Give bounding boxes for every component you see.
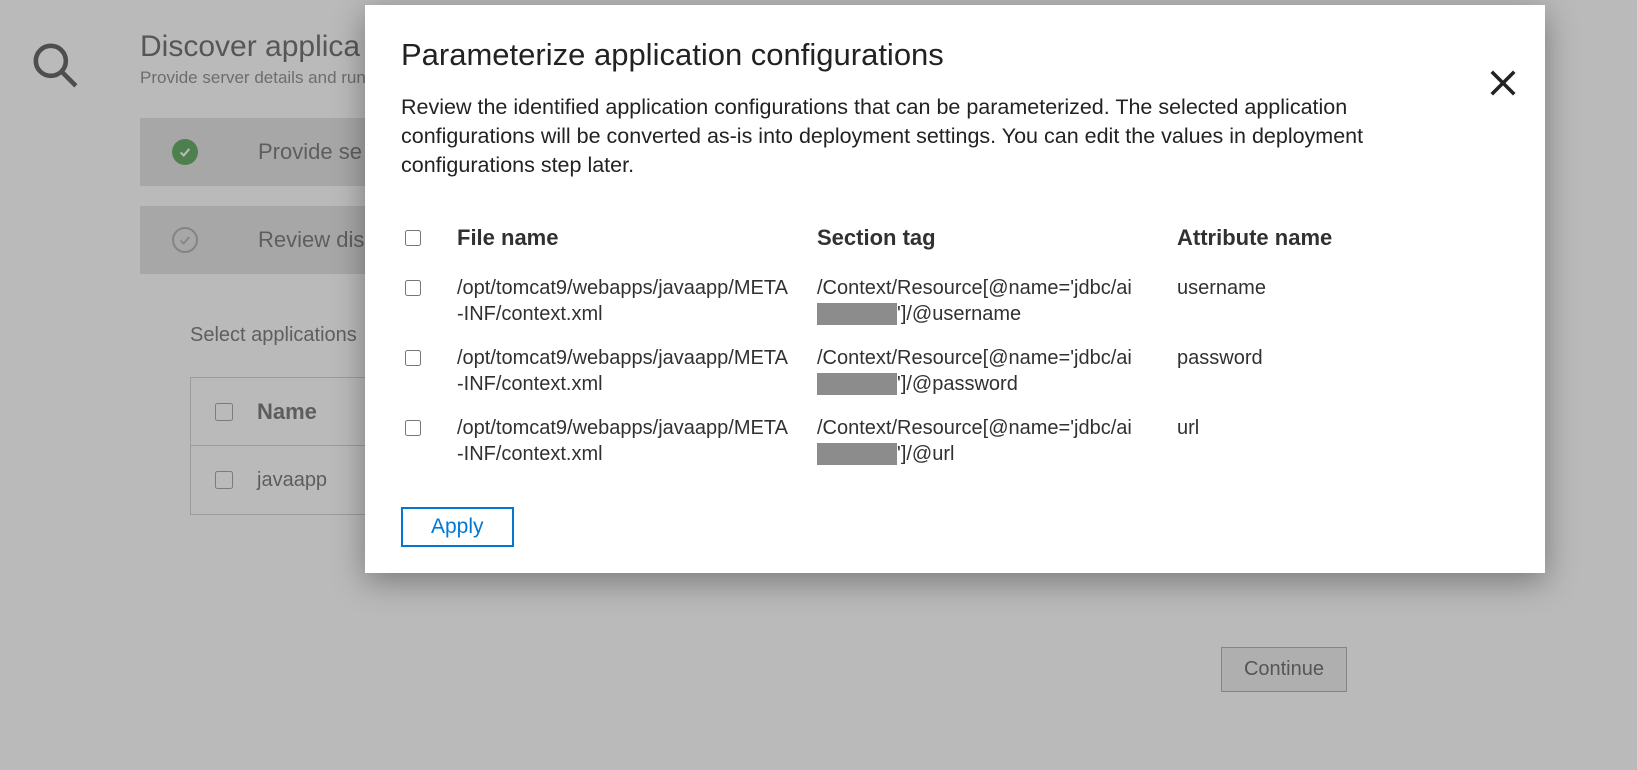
param-select-all-checkbox[interactable] (405, 230, 421, 246)
redacted-text (817, 373, 897, 395)
parameterize-modal: Parameterize application configurations … (365, 5, 1545, 573)
header-attr: Attribute name (1177, 224, 1509, 253)
param-row-checkbox[interactable] (405, 350, 421, 366)
header-file: File name (457, 224, 817, 253)
param-table: File name Section tag Attribute name /op… (401, 224, 1509, 467)
param-row-section: /Context/Resource[@name='jdbc/ai']/@pass… (817, 345, 1177, 397)
param-row: /opt/tomcat9/webapps/javaapp/META-INF/co… (401, 415, 1509, 467)
param-row-file: /opt/tomcat9/webapps/javaapp/META-INF/co… (457, 415, 817, 467)
modal-title: Parameterize application configurations (401, 37, 1509, 73)
param-row: /opt/tomcat9/webapps/javaapp/META-INF/co… (401, 275, 1509, 327)
param-row-file: /opt/tomcat9/webapps/javaapp/META-INF/co… (457, 345, 817, 397)
param-row-section: /Context/Resource[@name='jdbc/ai']/@url (817, 415, 1177, 467)
param-row-attr: password (1177, 345, 1509, 371)
param-row-attr: username (1177, 275, 1509, 301)
param-row-section: /Context/Resource[@name='jdbc/ai']/@user… (817, 275, 1177, 327)
param-row-file: /opt/tomcat9/webapps/javaapp/META-INF/co… (457, 275, 817, 327)
param-table-header: File name Section tag Attribute name (401, 224, 1509, 253)
redacted-text (817, 443, 897, 465)
apply-button[interactable]: Apply (401, 507, 514, 547)
param-row: /opt/tomcat9/webapps/javaapp/META-INF/co… (401, 345, 1509, 397)
modal-description: Review the identified application config… (401, 93, 1471, 180)
param-row-checkbox[interactable] (405, 420, 421, 436)
header-section: Section tag (817, 224, 1177, 253)
close-button[interactable] (1481, 61, 1525, 105)
param-row-attr: url (1177, 415, 1509, 441)
redacted-text (817, 303, 897, 325)
param-row-checkbox[interactable] (405, 280, 421, 296)
